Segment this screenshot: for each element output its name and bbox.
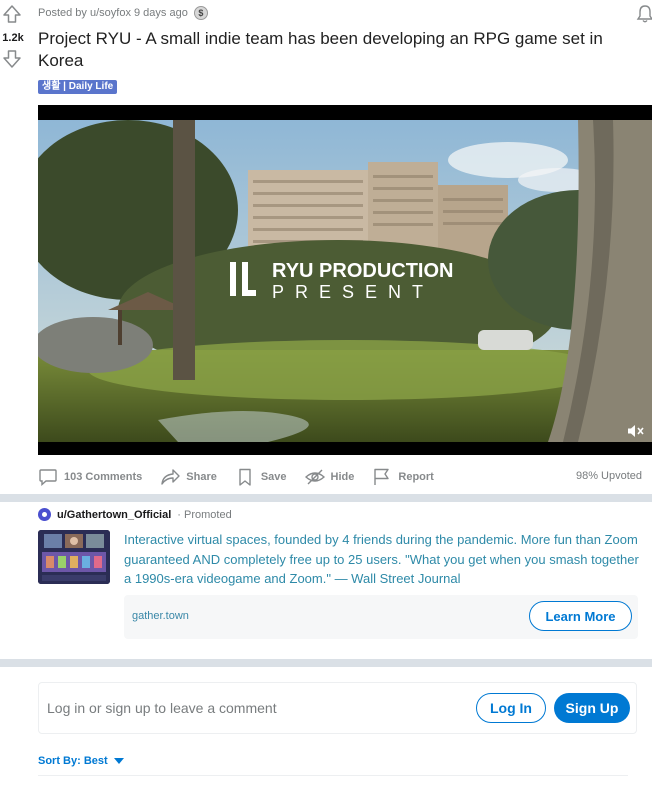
hide-eye-icon [304,469,325,485]
chevron-down-icon [113,758,124,764]
downvote-icon[interactable] [2,50,22,68]
mute-icon[interactable] [627,424,645,438]
report-flag-icon [374,468,390,485]
hide-button[interactable]: Hide [304,463,355,491]
comments-button[interactable]: 103 Comments [38,463,142,491]
notification-bell-icon[interactable] [636,4,652,24]
award-icon[interactable]: $ [193,6,208,20]
promoted-header: u/Gathertown_Official · Promoted [38,508,232,521]
promoted-link-card[interactable]: gather.town Learn More [124,595,638,639]
comment-login-box: Log in or sign up to leave a comment Log… [38,682,637,734]
share-button[interactable]: Share [160,463,217,491]
sort-label: Sort By: Best [38,755,108,767]
share-label: Share [186,471,217,483]
upvote-icon[interactable] [2,5,22,23]
promoted-text[interactable]: Interactive virtual spaces, founded by 4… [124,530,644,589]
share-icon [161,469,180,485]
video-overlay-title: RYU PRODUCTION [272,260,454,282]
section-separator [0,659,652,667]
ryu-production-logo [230,262,256,296]
post-title[interactable]: Project RYU - A small indie team has bee… [38,28,648,72]
post-meta: Posted by u/soyfox 9 days ago $ [38,6,208,20]
signup-button[interactable]: Sign Up [554,693,630,723]
promoted-tag: · Promoted [177,508,232,521]
login-button[interactable]: Log In [476,693,546,723]
report-label: Report [398,471,434,483]
save-label: Save [260,471,287,483]
video-player[interactable]: RYU PRODUCTION PRESENT [38,105,652,455]
advertiser-avatar-icon[interactable] [38,508,51,521]
sort-dropdown[interactable]: Sort By: Best [38,755,124,767]
advertiser-username[interactable]: u/Gathertown_Official [57,509,171,521]
bookmark-icon [239,468,251,486]
comments-label: 103 Comments [64,471,143,483]
post-flair[interactable]: 생활 | Daily Life [38,80,118,94]
divider [38,775,628,776]
video-call-thumbnail-image [38,530,110,584]
report-button[interactable]: Report [372,463,434,491]
video-overlay-subtitle: PRESENT [272,282,435,302]
section-separator [0,494,652,502]
comment-icon [39,469,57,486]
vote-score: 1.2k [2,32,24,44]
promoted-thumbnail[interactable] [38,530,110,584]
promoted-domain[interactable]: gather.town [132,610,189,622]
comment-prompt: Log in or sign up to leave a comment [47,700,277,716]
learn-more-button[interactable]: Learn More [529,601,632,631]
upvote-ratio: 98% Upvoted [575,470,642,482]
post-actions-bar: 103 Comments Share Save Hide Report 98% … [38,462,648,492]
hide-label: Hide [330,471,355,483]
save-button[interactable]: Save [235,463,287,491]
post-meta-text[interactable]: Posted by u/soyfox 9 days ago [38,7,188,19]
